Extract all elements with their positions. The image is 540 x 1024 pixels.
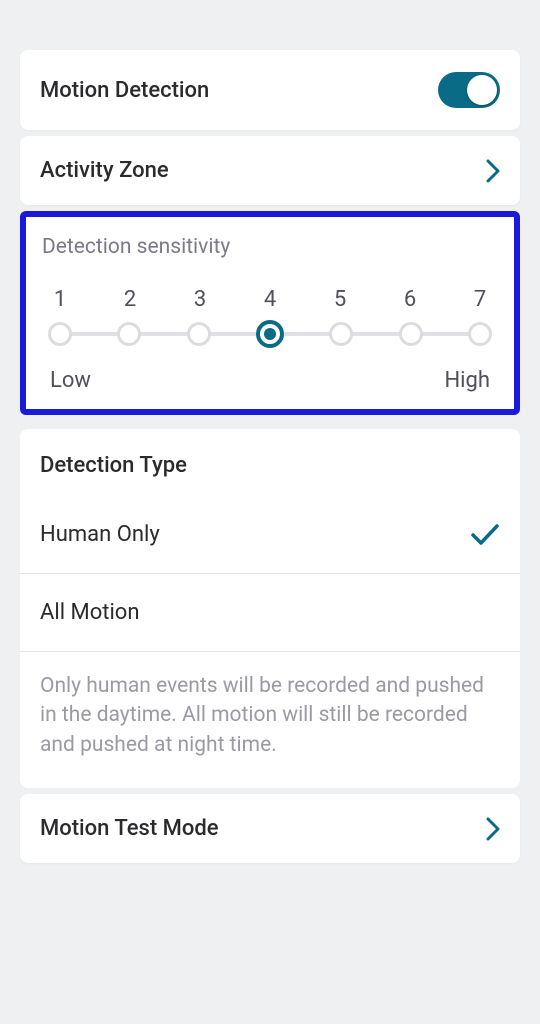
detection-type-option-human-only[interactable]: Human Only [20, 496, 520, 573]
sensitivity-step-numbers: 1 2 3 4 5 6 7 [48, 287, 492, 312]
sensitivity-step-2[interactable] [117, 322, 141, 346]
detection-type-card: Detection Type Human Only All Motion Onl… [20, 429, 520, 788]
activity-zone-label: Activity Zone [40, 158, 169, 183]
sensitivity-step-4[interactable] [256, 320, 284, 348]
motion-detection-toggle[interactable] [438, 72, 500, 108]
chevron-right-icon [486, 159, 500, 183]
activity-zone-row[interactable]: Activity Zone [20, 136, 520, 205]
motion-test-mode-row[interactable]: Motion Test Mode [20, 794, 520, 863]
motion-detection-label: Motion Detection [40, 78, 209, 103]
detection-type-option-all-motion[interactable]: All Motion [20, 574, 520, 651]
sensitivity-step-6[interactable] [399, 322, 423, 346]
detection-type-header: Detection Type [20, 429, 520, 496]
option-label: Human Only [40, 522, 160, 547]
step-number: 6 [398, 287, 422, 312]
chevron-right-icon [486, 817, 500, 841]
motion-detection-row: Motion Detection [20, 50, 520, 130]
step-number: 2 [118, 287, 142, 312]
toggle-knob [467, 75, 497, 105]
sensitivity-high-label: High [444, 368, 490, 393]
sensitivity-step-5[interactable] [329, 322, 353, 346]
step-number: 4 [258, 287, 282, 312]
option-label: All Motion [40, 600, 140, 625]
detection-type-description: Only human events will be recorded and p… [20, 652, 520, 788]
sensitivity-step-3[interactable] [187, 322, 211, 346]
check-icon [470, 523, 500, 547]
step-number: 7 [468, 287, 492, 312]
sensitivity-low-label: Low [50, 368, 91, 393]
sensitivity-slider[interactable] [48, 320, 492, 348]
step-number: 5 [328, 287, 352, 312]
step-number: 1 [48, 287, 72, 312]
detection-sensitivity-title: Detection sensitivity [40, 235, 500, 259]
step-number: 3 [188, 287, 212, 312]
detection-sensitivity-card: Detection sensitivity 1 2 3 4 5 6 7 Low … [20, 211, 520, 415]
sensitivity-step-7[interactable] [468, 322, 492, 346]
sensitivity-step-1[interactable] [48, 322, 72, 346]
motion-test-mode-label: Motion Test Mode [40, 816, 219, 841]
